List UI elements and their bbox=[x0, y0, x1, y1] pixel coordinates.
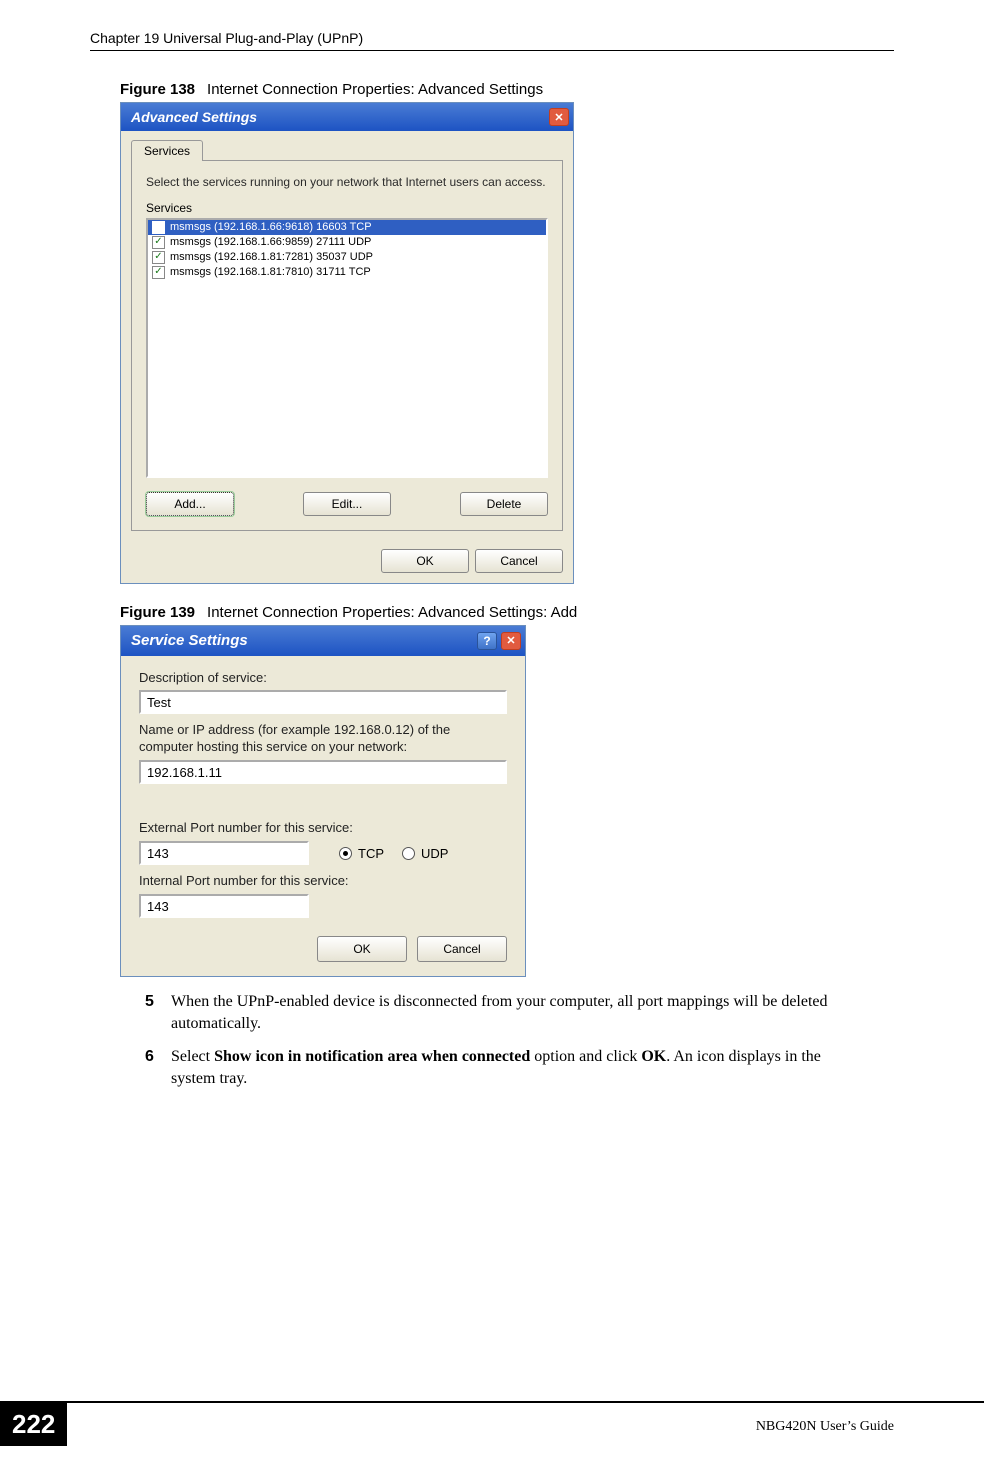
tab-strip: Services bbox=[131, 139, 563, 161]
figure138-number: Figure 138 bbox=[120, 81, 195, 98]
protocol-radio-group: TCP UDP bbox=[339, 846, 448, 861]
service-label: msmsgs (192.168.1.66:9859) 27111 UDP bbox=[170, 236, 371, 248]
close-icon[interactable]: ✕ bbox=[549, 108, 569, 126]
host-label: Name or IP address (for example 192.168.… bbox=[139, 722, 507, 756]
instruction-steps: 5 When the UPnP-enabled device is discon… bbox=[145, 991, 854, 1091]
udp-radio[interactable]: UDP bbox=[402, 846, 448, 861]
tcp-label: TCP bbox=[358, 846, 384, 861]
service-label: msmsgs (192.168.1.81:7281) 35037 UDP bbox=[170, 251, 373, 263]
close-icon[interactable]: ✕ bbox=[501, 632, 521, 650]
service-label: msmsgs (192.168.1.66:9618) 16603 TCP bbox=[170, 221, 372, 233]
figure139-title: Internet Connection Properties: Advanced… bbox=[207, 604, 577, 621]
step-number: 6 bbox=[145, 1046, 171, 1091]
services-listbox[interactable]: ✓ msmsgs (192.168.1.66:9618) 16603 TCP ✓… bbox=[146, 218, 548, 478]
step-text: Select Show icon in notification area wh… bbox=[171, 1046, 854, 1091]
step-5: 5 When the UPnP-enabled device is discon… bbox=[145, 991, 854, 1036]
advanced-settings-dialog: Advanced Settings ✕ Services Select the … bbox=[120, 102, 574, 584]
add-button[interactable]: Add... bbox=[146, 492, 234, 516]
checkbox-icon[interactable]: ✓ bbox=[152, 266, 165, 279]
dialog-titlebar: Advanced Settings ✕ bbox=[121, 103, 573, 131]
external-port-input[interactable] bbox=[139, 841, 309, 865]
external-port-label: External Port number for this service: bbox=[139, 820, 507, 837]
help-icon[interactable]: ? bbox=[477, 632, 497, 650]
step-number: 5 bbox=[145, 991, 171, 1036]
page-header: Chapter 19 Universal Plug-and-Play (UPnP… bbox=[90, 30, 894, 51]
description-label: Description of service: bbox=[139, 670, 507, 687]
services-instruction: Select the services running on your netw… bbox=[146, 175, 548, 191]
edit-button[interactable]: Edit... bbox=[303, 492, 391, 516]
service-label: msmsgs (192.168.1.81:7810) 31711 TCP bbox=[170, 266, 371, 278]
cancel-button[interactable]: Cancel bbox=[417, 936, 507, 962]
description-input[interactable] bbox=[139, 690, 507, 714]
guide-name: NBG420N User’s Guide bbox=[756, 1419, 894, 1435]
checkbox-icon[interactable]: ✓ bbox=[152, 236, 165, 249]
service-item[interactable]: ✓ msmsgs (192.168.1.66:9859) 27111 UDP bbox=[148, 235, 546, 250]
delete-button[interactable]: Delete bbox=[460, 492, 548, 516]
udp-label: UDP bbox=[421, 846, 448, 861]
checkbox-icon[interactable]: ✓ bbox=[152, 251, 165, 264]
page-footer: 222 NBG420N User’s Guide bbox=[0, 1401, 984, 1448]
page-number: 222 bbox=[0, 1403, 67, 1446]
step-text: When the UPnP-enabled device is disconne… bbox=[171, 991, 854, 1036]
tab-services[interactable]: Services bbox=[131, 140, 203, 161]
figure138-caption: Figure 138 Internet Connection Properties… bbox=[120, 81, 894, 98]
step-6: 6 Select Show icon in notification area … bbox=[145, 1046, 854, 1091]
ok-button[interactable]: OK bbox=[317, 936, 407, 962]
service-settings-dialog: Service Settings ? ✕ Description of serv… bbox=[120, 625, 526, 977]
cancel-button[interactable]: Cancel bbox=[475, 549, 563, 573]
service-item[interactable]: ✓ msmsgs (192.168.1.81:7281) 35037 UDP bbox=[148, 250, 546, 265]
checkbox-icon[interactable]: ✓ bbox=[152, 221, 165, 234]
service-item[interactable]: ✓ msmsgs (192.168.1.81:7810) 31711 TCP bbox=[148, 265, 546, 280]
dialog-title: Advanced Settings bbox=[131, 109, 257, 125]
figure139-number: Figure 139 bbox=[120, 604, 195, 621]
figure138-title: Internet Connection Properties: Advanced… bbox=[207, 81, 543, 98]
ok-button[interactable]: OK bbox=[381, 549, 469, 573]
host-input[interactable] bbox=[139, 760, 507, 784]
radio-icon bbox=[339, 847, 352, 860]
figure139-caption: Figure 139 Internet Connection Properties… bbox=[120, 604, 894, 621]
dialog-title: Service Settings bbox=[131, 632, 248, 649]
service-item[interactable]: ✓ msmsgs (192.168.1.66:9618) 16603 TCP bbox=[148, 220, 546, 235]
internal-port-input[interactable] bbox=[139, 894, 309, 918]
internal-port-label: Internal Port number for this service: bbox=[139, 873, 507, 890]
tcp-radio[interactable]: TCP bbox=[339, 846, 384, 861]
chapter-title: Chapter 19 Universal Plug-and-Play (UPnP… bbox=[90, 30, 363, 46]
dialog-titlebar: Service Settings ? ✕ bbox=[121, 626, 525, 656]
services-group-label: Services bbox=[146, 201, 548, 215]
radio-icon bbox=[402, 847, 415, 860]
